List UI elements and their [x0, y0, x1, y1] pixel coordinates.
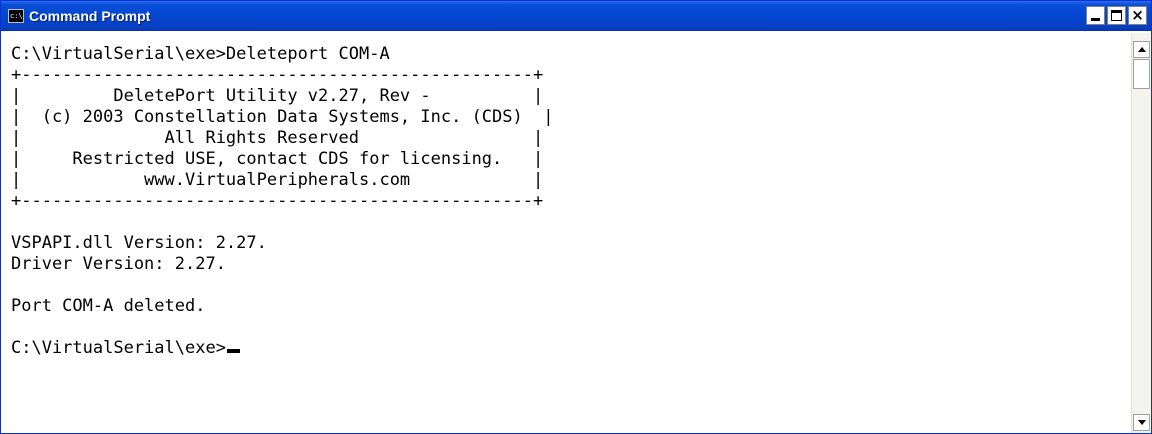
close-button[interactable]: ×	[1128, 6, 1147, 25]
output-line: Driver Version: 2.27.	[11, 254, 226, 274]
banner-line: | All Rights Reserved |	[11, 128, 544, 148]
window-title: Command Prompt	[29, 8, 151, 24]
minimize-button[interactable]	[1086, 6, 1105, 25]
output-line: Port COM-A deleted.	[11, 296, 206, 316]
command-line: C:\VirtualSerial\exe>Deleteport COM-A	[11, 44, 390, 64]
banner-line: | DeletePort Utility v2.27, Rev - |	[11, 86, 544, 106]
banner-border-bottom: +---------------------------------------…	[11, 191, 544, 211]
banner-line: | www.VirtualPeripherals.com |	[11, 170, 544, 190]
scroll-up-button[interactable]	[1133, 41, 1150, 58]
scroll-thumb[interactable]	[1133, 59, 1150, 89]
scroll-down-button[interactable]	[1133, 414, 1150, 431]
text-cursor	[226, 349, 240, 353]
console-icon[interactable]: c:\	[8, 9, 24, 23]
title-bar[interactable]: c:\ Command Prompt ×	[1, 1, 1151, 31]
prompt-text: C:\VirtualSerial\exe>	[11, 338, 226, 358]
output-line: VSPAPI.dll Version: 2.27.	[11, 233, 267, 253]
prompt-line[interactable]: C:\VirtualSerial\exe>	[11, 338, 240, 358]
maximize-button[interactable]	[1107, 6, 1126, 25]
command-prompt-window: c:\ Command Prompt × C:\VirtualSerial\ex…	[0, 0, 1152, 434]
banner-line: | Restricted USE, contact CDS for licens…	[11, 149, 544, 169]
banner-border-top: +---------------------------------------…	[11, 65, 544, 85]
console-output[interactable]: C:\VirtualSerial\exe>Deleteport COM-A +-…	[4, 33, 1132, 433]
banner-line: | (c) 2003 Constellation Data Systems, I…	[11, 107, 554, 127]
vertical-scrollbar[interactable]	[1131, 33, 1150, 433]
window-controls: ×	[1086, 6, 1147, 25]
